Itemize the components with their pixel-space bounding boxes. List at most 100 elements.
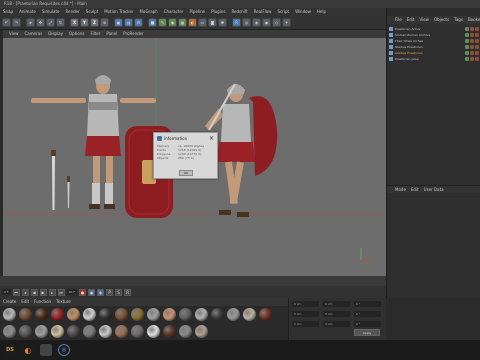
app-icon[interactable] bbox=[40, 344, 52, 356]
plugin-e-icon[interactable]: ✦ bbox=[282, 18, 291, 27]
coordinate-system-icon[interactable]: ⊕ bbox=[100, 18, 109, 27]
material-swatch[interactable] bbox=[131, 308, 144, 321]
position-key-icon[interactable]: P bbox=[106, 288, 114, 296]
frame-end-field[interactable]: 90 F bbox=[66, 289, 78, 295]
om-menu-view[interactable]: View bbox=[419, 16, 429, 24]
viewport-menu-options[interactable]: Options bbox=[69, 30, 84, 38]
plugin-b-icon[interactable]: ◈ bbox=[252, 18, 261, 27]
material-swatch[interactable] bbox=[227, 308, 240, 321]
cube-icon[interactable]: ■ bbox=[148, 18, 157, 27]
viewport-menu-display[interactable]: Display bbox=[48, 30, 63, 38]
material-swatch[interactable] bbox=[19, 324, 32, 338]
menu-simulate[interactable]: Simulate bbox=[42, 8, 60, 16]
mm-menu-texture[interactable]: Texture bbox=[56, 298, 71, 306]
play-icon[interactable]: ▶ bbox=[39, 288, 47, 296]
frame-start-field[interactable]: 0 F bbox=[2, 289, 11, 295]
material-swatch[interactable] bbox=[51, 324, 64, 338]
material-swatch[interactable] bbox=[179, 308, 192, 321]
menu-animate[interactable]: Animate bbox=[19, 8, 36, 16]
viewport-menu-prorender[interactable]: ProRender bbox=[123, 30, 144, 38]
coord-field[interactable]: 0 cm bbox=[323, 311, 350, 317]
material-swatch[interactable] bbox=[35, 324, 48, 338]
material-swatch[interactable] bbox=[195, 308, 208, 321]
cinema4d-icon[interactable]: ◎ bbox=[58, 344, 70, 356]
daz-studio-icon[interactable]: DS bbox=[4, 344, 16, 356]
menu-snap[interactable]: Snap bbox=[3, 8, 13, 16]
scale-icon[interactable]: ⤢ bbox=[46, 18, 55, 27]
next-key-icon[interactable]: ▸ bbox=[48, 288, 56, 296]
live-select-icon[interactable]: ➤ bbox=[26, 18, 35, 27]
menu-motion-tracker[interactable]: Motion Tracker bbox=[104, 8, 133, 16]
om-menu-objects[interactable]: Objects bbox=[434, 16, 449, 24]
menu-mograph[interactable]: MoGraph bbox=[140, 8, 158, 16]
menu-sculpt[interactable]: Sculpt bbox=[86, 8, 99, 16]
axis-y-button[interactable]: Y bbox=[80, 18, 89, 27]
timeline-ruler[interactable] bbox=[0, 276, 386, 286]
viewport-menu-view[interactable]: View bbox=[9, 30, 19, 38]
mm-menu-edit[interactable]: Edit bbox=[21, 298, 29, 306]
plugin-d-icon[interactable]: ◇ bbox=[272, 18, 281, 27]
menu-window[interactable]: Window bbox=[295, 8, 311, 16]
material-swatch[interactable] bbox=[115, 324, 128, 338]
rotate-icon[interactable]: ↻ bbox=[56, 18, 65, 27]
material-swatch[interactable] bbox=[211, 308, 224, 321]
am-menu-user-data[interactable]: User Data bbox=[424, 186, 444, 193]
redshift-icon[interactable]: R bbox=[232, 18, 241, 27]
material-swatch[interactable] bbox=[67, 324, 80, 338]
autokey-icon[interactable]: ◉ bbox=[88, 288, 96, 296]
move-icon[interactable]: ✥ bbox=[36, 18, 45, 27]
material-swatch[interactable] bbox=[179, 324, 192, 338]
material-swatch[interactable] bbox=[99, 308, 112, 321]
coord-field[interactable]: 0 cm bbox=[292, 301, 319, 307]
light-icon[interactable]: ✺ bbox=[218, 18, 227, 27]
menu-character[interactable]: Character bbox=[164, 8, 184, 16]
record-icon[interactable]: ● bbox=[79, 288, 87, 296]
material-swatch[interactable] bbox=[163, 308, 176, 321]
material-swatch[interactable] bbox=[3, 324, 16, 338]
plugin-c-icon[interactable]: ◉ bbox=[262, 18, 271, 27]
undo-icon[interactable]: ↶ bbox=[2, 18, 11, 27]
material-swatch[interactable] bbox=[99, 324, 112, 338]
coord-field[interactable]: 0 ° bbox=[354, 311, 381, 317]
material-swatch[interactable] bbox=[19, 308, 32, 321]
material-swatch[interactable] bbox=[259, 308, 272, 321]
coord-field[interactable]: 0 cm bbox=[323, 321, 350, 327]
render-settings-icon[interactable]: ⚙ bbox=[134, 18, 143, 27]
floor-icon[interactable]: ▭ bbox=[198, 18, 207, 27]
material-swatch[interactable] bbox=[163, 324, 176, 338]
plugin-a-icon[interactable]: ◎ bbox=[242, 18, 251, 27]
material-swatch[interactable] bbox=[243, 308, 256, 321]
om-menu-file[interactable]: File bbox=[395, 16, 402, 24]
axis-x-button[interactable]: X bbox=[70, 18, 79, 27]
goto-start-icon[interactable]: ⏮ bbox=[12, 288, 20, 296]
material-swatch[interactable] bbox=[195, 324, 208, 338]
material-swatch[interactable] bbox=[3, 308, 16, 321]
scale-key-icon[interactable]: S bbox=[115, 288, 123, 296]
mm-menu-function[interactable]: Function bbox=[34, 298, 51, 306]
mm-menu-create[interactable]: Create bbox=[3, 298, 16, 306]
keyframe-selection-icon[interactable]: ◈ bbox=[97, 288, 105, 296]
am-menu-mode[interactable]: Mode bbox=[395, 186, 406, 193]
subdivision-icon[interactable]: ◆ bbox=[168, 18, 177, 27]
coord-field[interactable]: 0 ° bbox=[354, 321, 381, 327]
coord-field[interactable]: 0 cm bbox=[323, 301, 350, 307]
close-icon[interactable]: × bbox=[209, 135, 214, 142]
3d-viewport[interactable]: Information × Memory ca. 10000 kbytes Po… bbox=[3, 38, 386, 276]
goto-end-icon[interactable]: ⏭ bbox=[57, 288, 65, 296]
blender-icon[interactable]: ◐ bbox=[22, 344, 34, 356]
coord-field[interactable]: 0 cm bbox=[292, 321, 319, 327]
apply-button[interactable]: Apply bbox=[354, 329, 380, 336]
menu-help[interactable]: Help bbox=[317, 8, 326, 16]
axis-z-button[interactable]: Z bbox=[90, 18, 99, 27]
om-menu-tags[interactable]: Tags bbox=[454, 16, 463, 24]
viewport-menu-filter[interactable]: Filter bbox=[90, 30, 100, 38]
render-view-icon[interactable]: ▣ bbox=[114, 18, 123, 27]
menu-redshift[interactable]: Redshift bbox=[231, 8, 247, 16]
array-icon[interactable]: ▦ bbox=[178, 18, 187, 27]
material-swatch[interactable] bbox=[51, 308, 64, 321]
camera-icon[interactable]: ◙ bbox=[208, 18, 217, 27]
material-swatch[interactable] bbox=[83, 324, 96, 338]
material-swatch[interactable] bbox=[147, 308, 160, 321]
menu-render[interactable]: Render bbox=[66, 8, 80, 16]
viewport-menu-panel[interactable]: Panel bbox=[106, 30, 117, 38]
